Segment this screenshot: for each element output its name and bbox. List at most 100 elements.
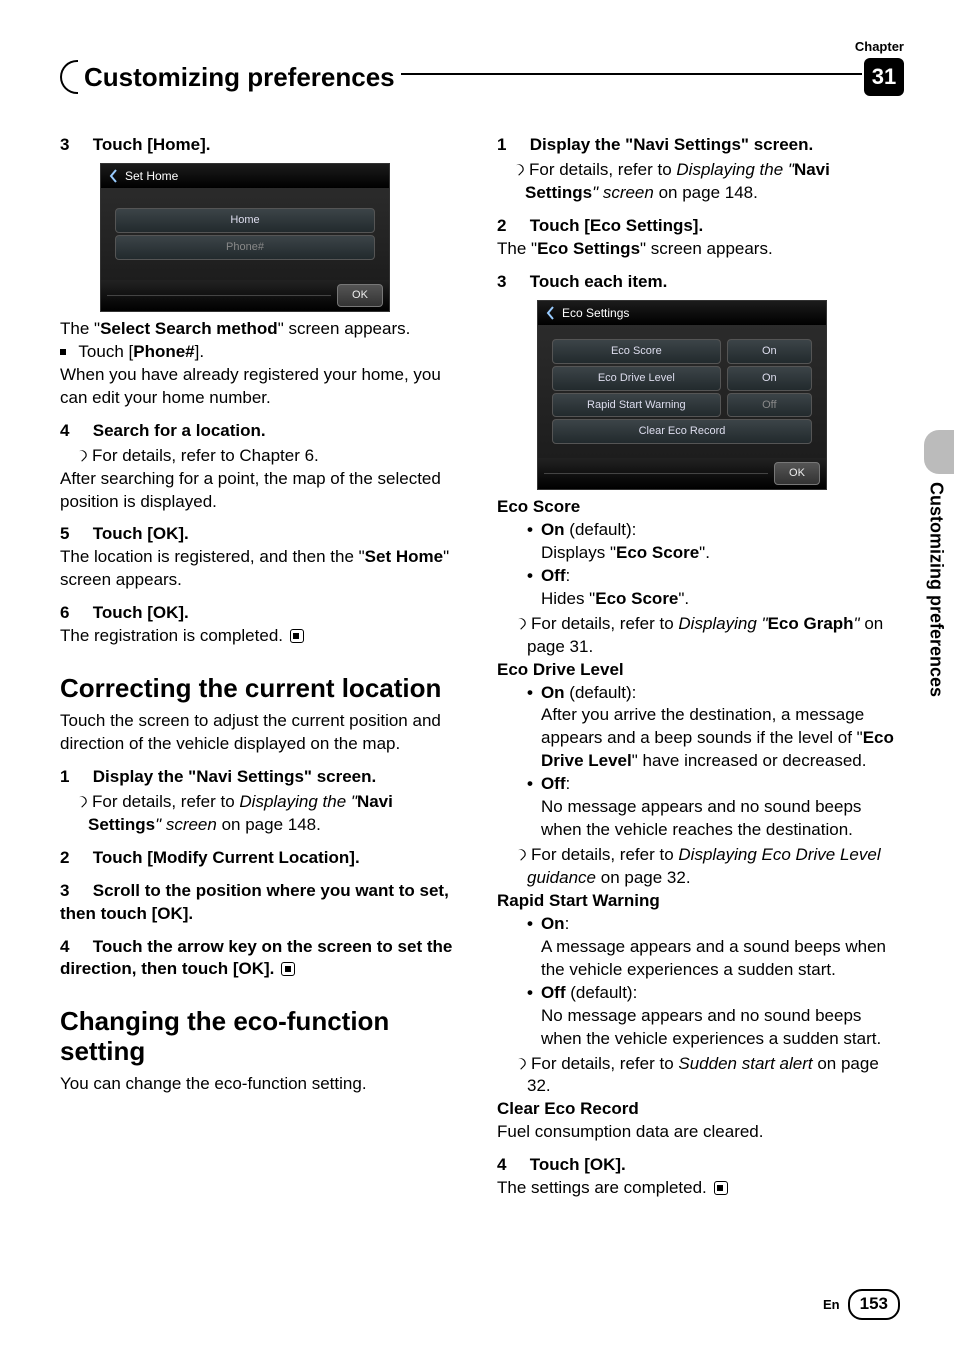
step-number: 2 — [60, 847, 88, 870]
step-title: Touch [OK]. — [93, 603, 189, 622]
side-tab: Customizing preferences — [924, 430, 954, 697]
eco-off: Off: — [497, 565, 904, 588]
step-title: Scroll to the position where you want to… — [60, 881, 449, 923]
step-number: 3 — [60, 880, 88, 903]
text-bold: Eco Score — [616, 543, 699, 562]
text: Displays " — [541, 543, 616, 562]
text: on page 148. — [654, 183, 758, 202]
rapid-start-warning-button[interactable]: Rapid Start Warning — [552, 393, 721, 418]
ok-button[interactable]: OK — [337, 284, 383, 307]
text-bold: Select Search method — [100, 319, 278, 338]
rapid-start-warning-value[interactable]: Off — [727, 393, 812, 418]
shot-body: Home Phone# — [101, 188, 389, 280]
page-number: 153 — [848, 1289, 900, 1320]
text: : — [565, 914, 570, 933]
text: on page 32. — [596, 868, 691, 887]
text: The settings are completed. — [497, 1178, 707, 1197]
r-step-2: 2 Touch [Eco Settings]. — [497, 215, 904, 238]
ref-arrow-icon — [74, 792, 92, 811]
touch-phone-bullet: Touch [Phone#]. — [60, 341, 467, 364]
step-title: Touch [Modify Current Location]. — [93, 848, 360, 867]
eco-score-button[interactable]: Eco Score — [552, 339, 721, 364]
text: : — [566, 566, 571, 585]
text-bold: Eco Settings — [537, 239, 640, 258]
text: The location is registered, and then the… — [60, 547, 365, 566]
chapter-label: Chapter — [855, 38, 904, 56]
step-number: 4 — [60, 420, 88, 443]
text: ". — [699, 543, 710, 562]
header-bar: Customizing preferences 31 — [60, 58, 904, 96]
edl-on: On (default): — [497, 682, 904, 705]
home-button[interactable]: Home — [115, 208, 375, 233]
shot-footer: OK — [101, 280, 389, 311]
eco-on-body: Displays "Eco Score". — [497, 542, 904, 565]
edl-off: Off: — [497, 773, 904, 796]
text: " have increased or decreased. — [632, 751, 867, 770]
shot-divider — [107, 295, 331, 297]
shot-footer: OK — [538, 458, 826, 489]
set-home-screenshot: Set Home Home Phone# OK — [100, 163, 390, 312]
step-3: 3 Touch [Home]. — [60, 134, 467, 157]
eco-ref: For details, refer to Displaying "Eco Gr… — [497, 613, 904, 659]
step-number: 4 — [497, 1154, 525, 1177]
step-4: 4 Search for a location. — [60, 420, 467, 443]
text-bold: Set Home — [365, 547, 443, 566]
eco-off-body: Hides "Eco Score". — [497, 588, 904, 611]
ok-button[interactable]: OK — [774, 462, 820, 485]
r-step-1: 1 Display the "Navi Settings" screen. — [497, 134, 904, 157]
edl-on-body: After you arrive the destination, a mess… — [497, 704, 904, 773]
c-step-4: 4 Touch the arrow key on the screen to s… — [60, 936, 467, 982]
text: (default): — [566, 983, 638, 1002]
section-correcting-location: Correcting the current location — [60, 674, 467, 704]
r-step1-ref: For details, refer to Displaying the "Na… — [497, 159, 904, 205]
cer-heading: Clear Eco Record — [497, 1098, 904, 1121]
text: The " — [497, 239, 537, 258]
text: " screen appears. — [640, 239, 773, 258]
ref-arrow-icon — [513, 614, 531, 633]
page-title: Customizing preferences — [78, 60, 401, 94]
text: on page 148. — [217, 815, 321, 834]
phone-button[interactable]: Phone# — [115, 235, 375, 260]
c-step-3: 3 Scroll to the position where you want … — [60, 880, 467, 926]
ref-chapter6: For details, refer to Chapter 6. — [60, 445, 467, 468]
back-icon — [546, 306, 556, 320]
text: ". — [678, 589, 689, 608]
step-number: 3 — [497, 271, 525, 294]
edl-off-body: No message appears and no sound beeps wh… — [497, 796, 904, 842]
step-title: Touch [Eco Settings]. — [530, 216, 703, 235]
text: ]. — [195, 342, 204, 361]
ref-arrow-icon — [511, 160, 529, 179]
eco-on: On (default): — [497, 519, 904, 542]
eco-settings-screenshot: Eco Settings Eco ScoreOn Eco Drive Level… — [537, 300, 827, 490]
end-mark-icon — [281, 962, 295, 976]
text: For details, refer to — [531, 1054, 678, 1073]
header-cap — [60, 60, 78, 94]
text-italic: Displaying the " — [676, 160, 794, 179]
step6-body: The registration is completed. — [60, 625, 467, 648]
step-title: Touch each item. — [530, 272, 668, 291]
eco-score-value[interactable]: On — [727, 339, 812, 364]
eco-drive-level-button[interactable]: Eco Drive Level — [552, 366, 721, 391]
rsw-on-body: A message appears and a sound beeps when… — [497, 936, 904, 982]
r-step-3: 3 Touch each item. — [497, 271, 904, 294]
eco-drive-level-value[interactable]: On — [727, 366, 812, 391]
step-number: 6 — [60, 602, 88, 625]
shot-header: Set Home — [101, 164, 389, 188]
text: For details, refer to — [92, 792, 239, 811]
section-eco-function: Changing the eco-function setting — [60, 1007, 467, 1067]
step4-body: After searching for a point, the map of … — [60, 468, 467, 514]
text: For details, refer to — [529, 160, 676, 179]
step-number: 4 — [60, 936, 88, 959]
text: For details, refer to — [531, 845, 678, 864]
text: The " — [60, 319, 100, 338]
rsw-ref: For details, refer to Sudden start alert… — [497, 1053, 904, 1099]
text-bold: Off — [541, 983, 566, 1002]
text-bold: On — [541, 520, 565, 539]
shot-title: Set Home — [125, 168, 178, 184]
step-number: 1 — [497, 134, 525, 157]
clear-eco-record-button[interactable]: Clear Eco Record — [552, 419, 812, 444]
r-step2-body: The "Eco Settings" screen appears. — [497, 238, 904, 261]
step-title: Touch the arrow key on the screen to set… — [60, 937, 452, 979]
h2a-body: Touch the screen to adjust the current p… — [60, 710, 467, 756]
shot-divider — [544, 473, 768, 475]
